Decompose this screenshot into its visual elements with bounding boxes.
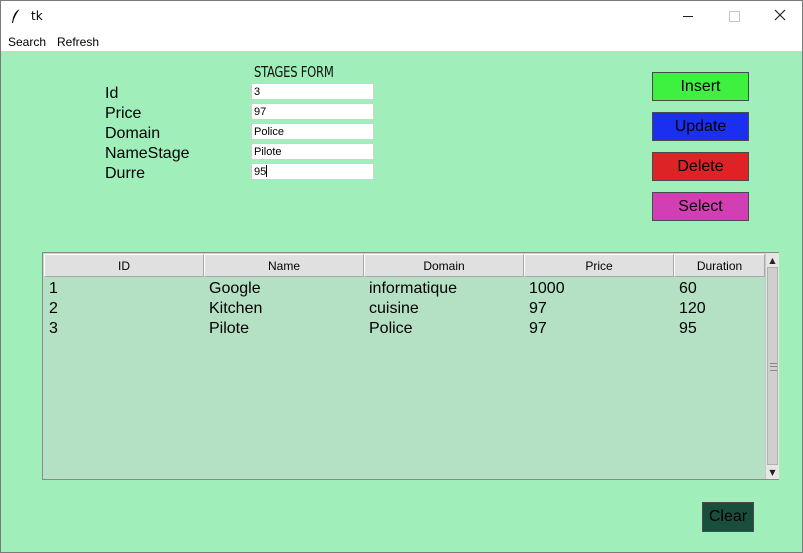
cell-duration: 60 xyxy=(679,280,697,297)
id-label: Id xyxy=(105,85,119,102)
close-button[interactable] xyxy=(757,1,802,31)
title-bar: tk xyxy=(1,1,802,31)
cell-domain: cuisine xyxy=(369,300,419,317)
text-cursor xyxy=(266,165,268,177)
id-field[interactable]: 3 xyxy=(251,83,374,100)
cell-domain: Police xyxy=(369,320,413,337)
cell-price: 97 xyxy=(529,320,547,337)
table-row[interactable]: 3 Pilote Police 97 95 xyxy=(44,319,765,339)
cell-id: 3 xyxy=(49,320,58,337)
grip-icon xyxy=(770,363,777,371)
cell-id: 2 xyxy=(49,300,58,317)
window-title: tk xyxy=(31,9,43,23)
cell-name: Pilote xyxy=(209,320,250,337)
namestage-field[interactable]: Pilote xyxy=(251,143,374,160)
vertical-scrollbar[interactable]: ▲ ▼ xyxy=(765,253,779,479)
domain-field[interactable]: Police xyxy=(251,123,374,140)
maximize-icon xyxy=(728,10,740,22)
scroll-up-arrow-icon[interactable]: ▲ xyxy=(766,253,779,267)
column-header-name[interactable]: Name xyxy=(204,254,364,277)
domain-label: Domain xyxy=(105,125,161,142)
update-button[interactable]: Update xyxy=(652,112,749,141)
column-header-id[interactable]: ID xyxy=(44,254,204,277)
clear-button[interactable]: Clear xyxy=(702,502,754,532)
minimize-icon xyxy=(683,15,693,17)
namestage-label: NameStage xyxy=(105,145,190,162)
menu-search[interactable]: Search xyxy=(8,34,46,50)
stages-table[interactable]: ID Name Domain Price Duration 1 Google i… xyxy=(42,252,779,480)
menu-bar: Search Refresh xyxy=(1,31,802,51)
menu-refresh[interactable]: Refresh xyxy=(57,34,99,50)
cell-price: 1000 xyxy=(529,280,565,297)
column-header-domain[interactable]: Domain xyxy=(364,254,524,277)
cell-duration: 120 xyxy=(679,300,706,317)
cell-name: Google xyxy=(209,280,261,297)
table-row[interactable]: 1 Google informatique 1000 60 xyxy=(44,279,765,299)
app-window: tk Search Refresh STAGES FORM Id Price D… xyxy=(0,0,803,553)
feather-icon xyxy=(10,8,24,24)
price-field[interactable]: 97 xyxy=(251,103,374,120)
maximize-button[interactable] xyxy=(711,1,757,31)
column-header-price[interactable]: Price xyxy=(524,254,674,277)
cell-duration: 95 xyxy=(679,320,697,337)
cell-price: 97 xyxy=(529,300,547,317)
cell-name: Kitchen xyxy=(209,300,263,317)
select-button[interactable]: Select xyxy=(652,192,749,221)
close-icon xyxy=(774,6,786,26)
table-row[interactable]: 2 Kitchen cuisine 97 120 xyxy=(44,299,765,319)
insert-button[interactable]: Insert xyxy=(652,72,749,101)
durre-label: Durre xyxy=(105,165,146,182)
price-label: Price xyxy=(105,105,142,122)
durre-field[interactable]: 95 xyxy=(251,163,374,180)
scroll-down-arrow-icon[interactable]: ▼ xyxy=(766,465,779,479)
cell-domain: informatique xyxy=(369,280,458,297)
cell-id: 1 xyxy=(49,280,58,297)
minimize-button[interactable] xyxy=(665,1,711,31)
scroll-thumb[interactable] xyxy=(767,267,778,465)
delete-button[interactable]: Delete xyxy=(652,152,749,181)
main-panel: STAGES FORM Id Price Domain NameStage Du… xyxy=(1,51,802,552)
form-title: STAGES FORM xyxy=(254,63,334,81)
column-header-duration[interactable]: Duration xyxy=(674,254,765,277)
